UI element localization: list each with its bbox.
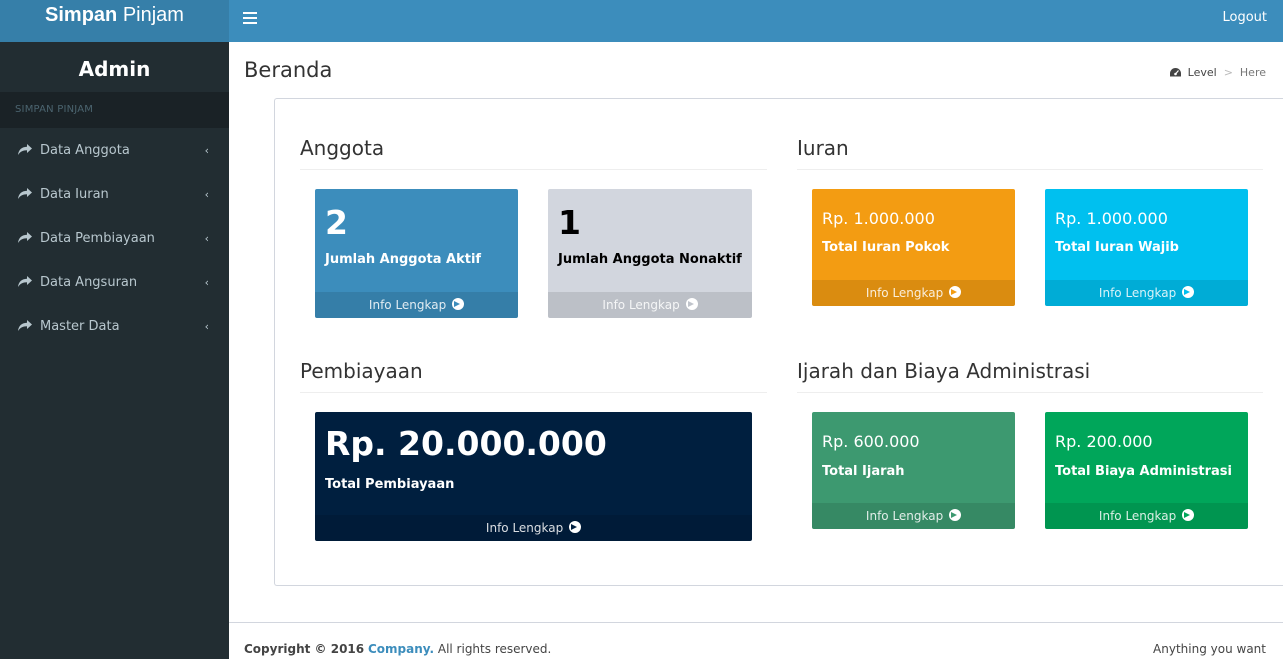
breadcrumb: Level > Here	[1169, 66, 1266, 79]
section-title-anggota: Anggota	[300, 136, 767, 170]
info-lengkap-label: Info Lengkap	[1098, 286, 1177, 300]
box-iuran-pokok: Rp. 1.000.000 Total Iuran Pokok Info Len…	[812, 189, 1015, 306]
sidebar-item-label: Data Anggota	[40, 142, 130, 158]
share-icon	[18, 188, 32, 199]
share-icon	[18, 276, 32, 287]
sidebar: Admin SIMPAN PINJAM Data Anggota ‹ Data …	[0, 42, 229, 659]
info-lengkap-link[interactable]: Info Lengkap	[548, 292, 752, 318]
sidebar-item-data-anggota[interactable]: Data Anggota ‹	[0, 128, 229, 172]
arrow-circle-right-icon	[452, 298, 465, 310]
sidebar-item-master-data[interactable]: Master Data ‹	[0, 304, 229, 348]
section-title-ijarah: Ijarah dan Biaya Administrasi	[797, 359, 1263, 393]
box-label: Total Biaya Administrasi	[1055, 464, 1232, 479]
sidebar-item-label: Data Iuran	[40, 186, 109, 202]
sidebar-item-label: Data Angsuran	[40, 274, 138, 290]
box-label: Total Pembiayaan	[325, 477, 455, 492]
arrow-circle-right-icon	[1182, 509, 1195, 521]
arrow-circle-right-icon	[569, 521, 582, 533]
info-lengkap-link[interactable]: Info Lengkap	[812, 280, 1015, 306]
breadcrumb-here: Here	[1239, 66, 1266, 79]
logo-rest: Pinjam	[122, 4, 184, 26]
share-icon	[18, 320, 32, 331]
box-value: Rp. 20.000.000	[325, 424, 607, 463]
section-title-iuran: Iuran	[797, 136, 1263, 170]
share-icon	[18, 232, 32, 243]
main-content: Beranda Level > Here Anggota 2 Jumlah An…	[229, 42, 1283, 622]
box-value: Rp. 1.000.000	[822, 209, 935, 228]
copyright: Copyright © 2016 Company. All rights res…	[244, 642, 551, 656]
company-link[interactable]: Company.	[368, 642, 434, 656]
box-label: Total Iuran Wajib	[1055, 240, 1179, 255]
chevron-left-icon: ‹	[204, 320, 209, 333]
dashboard-box: Anggota 2 Jumlah Anggota Aktif Info Leng…	[274, 98, 1283, 586]
box-ijarah: Rp. 600.000 Total Ijarah Info Lengkap	[812, 412, 1015, 529]
rights-text: All rights reserved.	[437, 642, 552, 656]
chevron-left-icon: ‹	[204, 276, 209, 289]
box-value: 2	[325, 203, 348, 242]
sidebar-item-label: Data Pembiayaan	[40, 230, 155, 246]
sidebar-item-data-iuran[interactable]: Data Iuran ‹	[0, 172, 229, 216]
logo-bold: Simpan	[45, 4, 118, 26]
chevron-left-icon: ‹	[204, 232, 209, 245]
box-value: Rp. 600.000	[822, 432, 920, 451]
dashboard-icon	[1169, 68, 1181, 77]
box-label: Total Iuran Pokok	[822, 240, 950, 255]
info-lengkap-label: Info Lengkap	[1098, 509, 1177, 523]
app-logo[interactable]: Simpan Pinjam	[0, 0, 229, 42]
box-anggota-aktif: 2 Jumlah Anggota Aktif Info Lengkap	[315, 189, 518, 318]
sidebar-item-data-pembiayaan[interactable]: Data Pembiayaan ‹	[0, 216, 229, 260]
box-anggota-nonaktif: 1 Jumlah Anggota Nonaktif Info Lengkap	[548, 189, 752, 318]
sidebar-toggle-icon[interactable]	[243, 12, 257, 24]
arrow-circle-right-icon	[685, 298, 698, 310]
box-label: Jumlah Anggota Nonaktif	[558, 252, 742, 267]
info-lengkap-label: Info Lengkap	[602, 298, 680, 312]
copyright-text: Copyright © 2016	[244, 642, 365, 656]
info-lengkap-label: Info Lengkap	[368, 298, 447, 312]
info-lengkap-label: Info Lengkap	[865, 509, 944, 523]
sidebar-item-label: Master Data	[40, 318, 120, 334]
box-value: 1	[558, 203, 581, 242]
logout-link[interactable]: Logout	[1222, 10, 1267, 25]
box-biaya-administrasi: Rp. 200.000 Total Biaya Administrasi Inf…	[1045, 412, 1248, 529]
info-lengkap-link[interactable]: Info Lengkap	[1045, 280, 1248, 306]
arrow-circle-right-icon	[1182, 286, 1195, 298]
arrow-circle-right-icon	[949, 286, 962, 298]
arrow-circle-right-icon	[949, 509, 962, 521]
info-lengkap-link[interactable]: Info Lengkap	[315, 515, 752, 541]
sidebar-item-data-angsuran[interactable]: Data Angsuran ‹	[0, 260, 229, 304]
box-value: Rp. 1.000.000	[1055, 209, 1168, 228]
info-lengkap-link[interactable]: Info Lengkap	[315, 292, 518, 318]
box-label: Jumlah Anggota Aktif	[325, 252, 482, 267]
info-lengkap-link[interactable]: Info Lengkap	[1045, 503, 1248, 529]
info-lengkap-link[interactable]: Info Lengkap	[812, 503, 1015, 529]
chevron-left-icon: ‹	[204, 144, 209, 157]
page-footer: Copyright © 2016 Company. All rights res…	[229, 622, 1283, 659]
chevron-left-icon: ‹	[204, 188, 209, 201]
user-name: Admin	[78, 57, 151, 81]
top-navbar: Logout	[229, 0, 1283, 42]
page-title: Beranda	[244, 58, 333, 82]
box-value: Rp. 200.000	[1055, 432, 1153, 451]
box-iuran-wajib: Rp. 1.000.000 Total Iuran Wajib Info Len…	[1045, 189, 1248, 306]
section-title-pembiayaan: Pembiayaan	[300, 359, 767, 393]
box-label: Total Ijarah	[822, 464, 905, 479]
sidebar-header: SIMPAN PINJAM	[0, 92, 229, 128]
breadcrumb-level[interactable]: Level	[1188, 66, 1217, 79]
info-lengkap-label: Info Lengkap	[485, 521, 564, 535]
footer-right-text: Anything you want	[1153, 642, 1266, 656]
info-lengkap-label: Info Lengkap	[865, 286, 944, 300]
breadcrumb-separator: >	[1223, 66, 1233, 79]
share-icon	[18, 144, 32, 155]
box-pembiayaan: Rp. 20.000.000 Total Pembiayaan Info Len…	[315, 412, 752, 541]
